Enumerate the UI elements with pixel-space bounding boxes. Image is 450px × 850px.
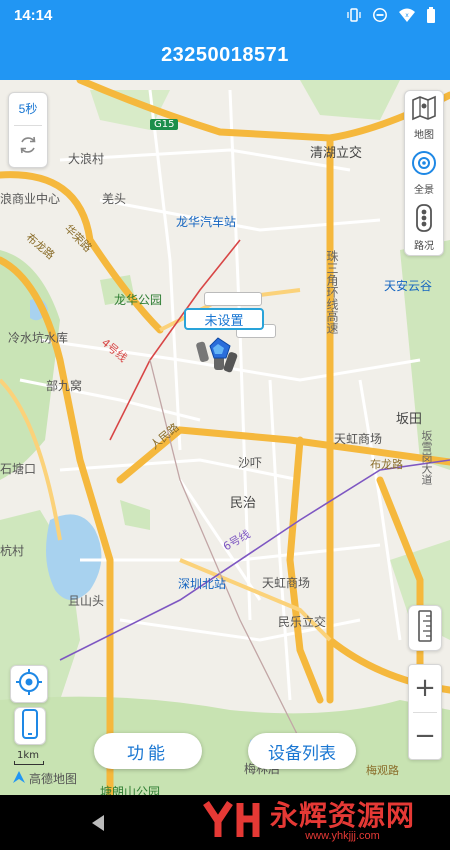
ruler-icon (417, 610, 433, 646)
refresh-interval-control[interactable]: 5秒 (8, 92, 48, 168)
device-list-button[interactable]: 设备列表 (248, 733, 356, 769)
map-label-tianhong-mall-south: 天虹商场 (262, 576, 311, 590)
map-scale-bar: 1km (14, 750, 44, 765)
map-label-zhusanjiao-expressway: 珠三角环线高速 (325, 250, 339, 334)
back-triangle-icon[interactable] (90, 814, 106, 836)
crosshair-icon (15, 668, 43, 700)
battery-icon (426, 7, 436, 23)
status-bar: 14:14 x (0, 0, 450, 30)
vibrate-icon (346, 7, 362, 23)
status-time: 14:14 (14, 6, 53, 24)
layer-street-view-button[interactable]: 全景 (411, 146, 437, 201)
map-label-meiguan-road: 梅观路 (366, 764, 399, 777)
map-label-minzhi: 民治 (230, 496, 257, 511)
map-label-bantian: 坂田 (396, 412, 423, 427)
watermark-logo-icon (200, 797, 266, 847)
map-view[interactable]: G15 大浪村 羌头 浪商业中心 清湖立交 龙华汽车站 华荣路 布龙路 龙华公园… (0, 80, 450, 795)
map-label-longhua-park: 龙华公园 (114, 293, 163, 307)
status-icons: x (346, 7, 436, 23)
map-label-shitang-ao: 石塘口 (0, 462, 37, 476)
watermark-text-block: 永辉资源网 www.yhkjjj.com (270, 799, 416, 843)
map-label-qinghu-overpass: 清湖立交 (310, 146, 363, 161)
navigation-arrow-icon (12, 770, 26, 787)
map-label-qieshan: 且山头 (68, 594, 105, 608)
map-label-lengshuikeng: 冷水坑水库 (8, 331, 69, 345)
function-button[interactable]: 功能 (94, 733, 202, 769)
road-shield-g15: G15 (150, 119, 179, 130)
zoom-in-button[interactable]: + (409, 665, 441, 712)
map-provider-logo: 高德地图 (12, 770, 77, 787)
control-divider (14, 125, 42, 126)
refresh-interval-label[interactable]: 5秒 (19, 100, 38, 117)
wifi-icon: x (398, 7, 416, 23)
car-marker-icon (196, 337, 238, 373)
title-bar: 23250018571 (0, 30, 450, 80)
phone-icon (21, 709, 39, 743)
map-label-kang-cun: 杭村 (0, 544, 25, 558)
map-label-shatou: 沙吓 (238, 456, 263, 470)
map-label-dalang-village: 大浪村 (68, 152, 105, 166)
app-screen: 14:14 x 23250018571 G15 大浪村 羌头 浪商业中心 清湖立… (0, 0, 450, 850)
vehicle-tag[interactable]: 未设置 (184, 308, 264, 330)
map-label-bantian-avenue: 坂雪岗大道 (420, 430, 433, 485)
map-label-qiantou: 羌头 (102, 192, 127, 206)
map-label-longhua-bus-station: 龙华汽车站 (176, 215, 237, 229)
device-number-title: 23250018571 (161, 43, 289, 66)
watermark: 永辉资源网 www.yhkjjj.com (200, 797, 415, 847)
svg-text:x: x (405, 12, 409, 19)
map-scale-line (14, 761, 44, 765)
map-label-shenzhen-north: 深圳北站 (178, 577, 227, 591)
map-label-lang-commercial: 浪商业中心 (0, 192, 61, 206)
zoom-out-button[interactable]: − (409, 713, 441, 760)
vehicle-cluster[interactable] (196, 336, 244, 376)
refresh-icon[interactable] (17, 134, 39, 160)
traffic-light-icon (415, 203, 433, 236)
map-icon (411, 95, 437, 125)
map-label-tangmei-park: 塘朗山公园 (100, 785, 161, 795)
zoom-control: + − (408, 664, 442, 760)
locate-button[interactable] (10, 665, 48, 703)
map-label-bujiu-wo: 部九窝 (46, 379, 83, 393)
map-label-bulong-road-east: 布龙路 (370, 458, 403, 471)
map-label-tianhong-mall-east: 天虹商场 (334, 432, 383, 446)
street-view-icon (411, 150, 437, 180)
layer-map-button[interactable]: 地图 (411, 91, 437, 146)
watermark-title: 永辉资源网 (270, 799, 416, 832)
map-label-tianan-yungu: 天安云谷 (384, 279, 433, 293)
map-scale-text: 1km (17, 750, 39, 761)
layer-map-label: 地图 (414, 130, 434, 142)
layer-panel: 地图 全景 路况 (404, 90, 444, 256)
map-base-layer (0, 80, 450, 795)
ruler-button[interactable] (408, 605, 442, 651)
vehicle-tag-back-1 (204, 292, 262, 306)
do-not-disturb-icon (372, 7, 388, 23)
my-phone-location-button[interactable] (14, 707, 46, 745)
layer-traffic-button[interactable]: 路况 (414, 200, 434, 255)
map-label-minle-overpass: 民乐立交 (278, 615, 327, 629)
layer-street-view-label: 全景 (414, 185, 434, 196)
map-provider-name: 高德地图 (29, 772, 78, 786)
layer-traffic-label: 路况 (414, 240, 434, 252)
